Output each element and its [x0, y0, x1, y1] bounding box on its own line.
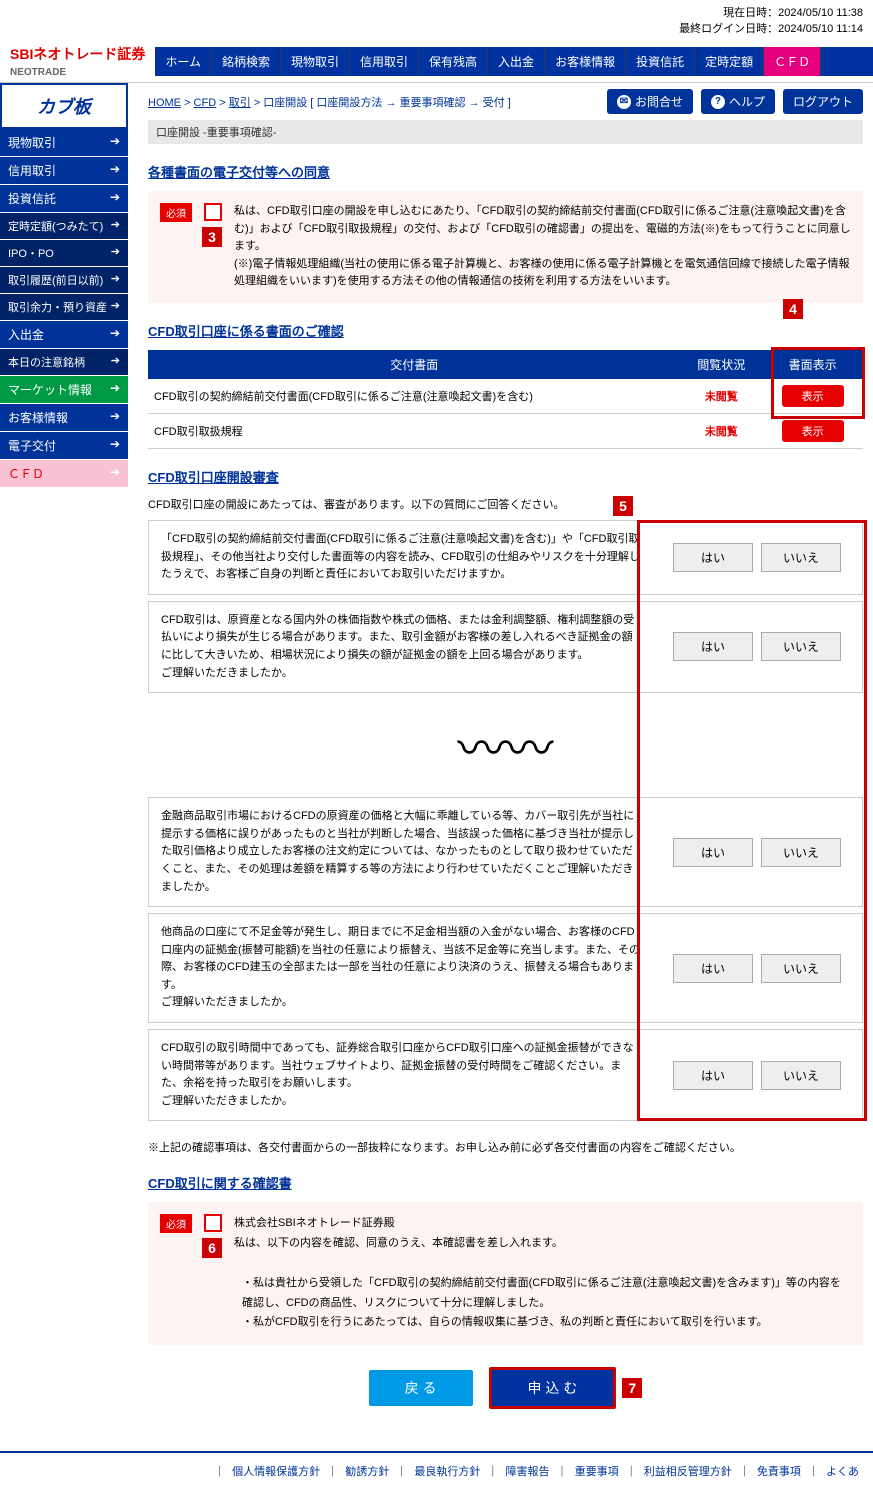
breadcrumb-link[interactable]: 取引	[229, 97, 251, 109]
kabu-logo: カブ板	[0, 83, 128, 129]
table-row: CFD取引取扱規程未閲覧表示	[148, 413, 863, 448]
footer-link[interactable]: 免責事項	[757, 1466, 801, 1478]
help-icon: ?	[711, 95, 725, 109]
sidebar-item[interactable]: 投資信託➔	[0, 185, 128, 213]
nav-信用取引[interactable]: 信用取引	[350, 47, 419, 76]
sidebar-item[interactable]: 取引履歴(前日以前)➔	[0, 267, 128, 294]
main-content: HOME > CFD > 取引 > 口座開設 [ 口座開設方法 → 重要事項確認…	[128, 83, 873, 1451]
footer-link[interactable]: 個人情報保護方針	[232, 1466, 320, 1478]
header-datetime: 現在日時：2024/05/10 11:38 最終ログイン日時：2024/05/1…	[0, 0, 873, 40]
logo: SBIネオトレード証券 NEOTRADE	[0, 40, 155, 82]
confirm-checkbox[interactable]	[204, 1214, 222, 1232]
nav-入出金[interactable]: 入出金	[488, 47, 545, 76]
nav-投資信託[interactable]: 投資信託	[626, 47, 695, 76]
table-row: CFD取引の契約締結前交付書面(CFD取引に係るご注意(注意喚起文書)を含む)未…	[148, 379, 863, 414]
callout-7: 7	[622, 1378, 642, 1398]
doc-table: 交付書面閲覧状況書面表示 CFD取引の契約締結前交付書面(CFD取引に係るご注意…	[148, 350, 863, 449]
sidebar-item[interactable]: 信用取引➔	[0, 157, 128, 185]
display-button[interactable]: 表示	[782, 420, 844, 442]
nav-保有残高[interactable]: 保有残高	[419, 47, 488, 76]
nav-定時定額[interactable]: 定時定額	[695, 47, 764, 76]
footer-link[interactable]: 障害報告	[506, 1466, 550, 1478]
footer-link[interactable]: 重要事項	[575, 1466, 619, 1478]
breadcrumb: HOME > CFD > 取引 > 口座開設 [ 口座開設方法 → 重要事項確認…	[148, 94, 511, 110]
sidebar-item[interactable]: マーケット情報➔	[0, 376, 128, 404]
nav-お客様情報[interactable]: お客様情報	[545, 47, 626, 76]
sidebar-item[interactable]: 定時定額(つみたて)➔	[0, 213, 128, 240]
review-heading: CFD取引口座開設審査	[148, 467, 863, 486]
callout-4: 4	[783, 299, 803, 319]
top-nav: ホーム銘柄検索現物取引信用取引保有残高入出金お客様情報投資信託定時定額ＣＦＤ	[155, 47, 873, 76]
answer-column-highlight	[637, 520, 867, 1121]
sidebar-item[interactable]: 本日の注意銘柄➔	[0, 349, 128, 376]
sidebar-item[interactable]: 入出金➔	[0, 321, 128, 349]
required-tag-2: 必須	[160, 1214, 192, 1233]
footer-link[interactable]: 最良執行方針	[414, 1466, 480, 1478]
callout-6: 6	[202, 1238, 222, 1258]
table-header: 閲覧状況	[680, 350, 762, 379]
callout-3: 3	[202, 227, 222, 247]
sidebar-item[interactable]: IPO・PO➔	[0, 240, 128, 267]
consent-box: 必須 3 私は、CFD取引口座の開設を申し込むにあたり、「CFD取引の契約締結前…	[148, 191, 863, 303]
confirm-box: 必須 6 株式会社SBIネオトレード証券殿 私は、以下の内容を確認、同意のうえ、…	[148, 1202, 863, 1345]
confirm-heading: CFD取引に関する確認書	[148, 1173, 863, 1192]
mail-icon: ✉	[617, 95, 631, 109]
back-button[interactable]: 戻 る	[369, 1370, 473, 1406]
callout-5: 5	[613, 496, 633, 516]
footer: ｜ 個人情報保護方針 ｜ 勧誘方針 ｜ 最良執行方針 ｜ 障害報告 ｜ 重要事項…	[0, 1451, 873, 1489]
display-column-highlight	[771, 347, 865, 419]
sidebar: カブ板 現物取引➔信用取引➔投資信託➔定時定額(つみたて)➔IPO・PO➔取引履…	[0, 83, 128, 1451]
review-lead: CFD取引口座の開設にあたっては、審査があります。以下の質問にご回答ください。	[148, 496, 863, 512]
breadcrumb-link[interactable]: CFD	[194, 97, 217, 109]
footer-link[interactable]: よくあ	[826, 1466, 859, 1478]
help-button[interactable]: ?ヘルプ	[701, 89, 775, 114]
nav-ＣＦＤ[interactable]: ＣＦＤ	[764, 47, 821, 76]
footer-link[interactable]: 勧誘方針	[345, 1466, 389, 1478]
submit-button[interactable]: 申 込 む	[489, 1367, 617, 1409]
consent-heading: 各種書面の電子交付等への同意	[148, 162, 863, 181]
sidebar-item[interactable]: ＣＦＤ➔	[0, 460, 128, 488]
sidebar-item[interactable]: 電子交付➔	[0, 432, 128, 460]
page-title: 口座開設 -重要事項確認-	[148, 120, 863, 144]
sidebar-item[interactable]: お客様情報➔	[0, 404, 128, 432]
note-text: ※上記の確認事項は、各交付書面からの一部抜粋になります。お申し込み前に必ず各交付…	[148, 1139, 863, 1155]
nav-ホーム[interactable]: ホーム	[155, 47, 212, 76]
logout-button[interactable]: ログアウト	[783, 89, 863, 114]
required-tag: 必須	[160, 203, 192, 222]
sidebar-item[interactable]: 取引余力・預り資産➔	[0, 294, 128, 321]
nav-現物取引[interactable]: 現物取引	[281, 47, 350, 76]
breadcrumb-link[interactable]: HOME	[148, 97, 181, 109]
sidebar-item[interactable]: 現物取引➔	[0, 129, 128, 157]
nav-銘柄検索[interactable]: 銘柄検索	[212, 47, 281, 76]
table-header: 交付書面	[148, 350, 680, 379]
consent-checkbox[interactable]	[204, 203, 222, 221]
doc-heading: CFD取引口座に係る書面のご確認	[148, 321, 863, 340]
header-bar: SBIネオトレード証券 NEOTRADE ホーム銘柄検索現物取引信用取引保有残高…	[0, 40, 873, 83]
footer-link[interactable]: 利益相反管理方針	[644, 1466, 732, 1478]
contact-button[interactable]: ✉お問合せ	[607, 89, 693, 114]
